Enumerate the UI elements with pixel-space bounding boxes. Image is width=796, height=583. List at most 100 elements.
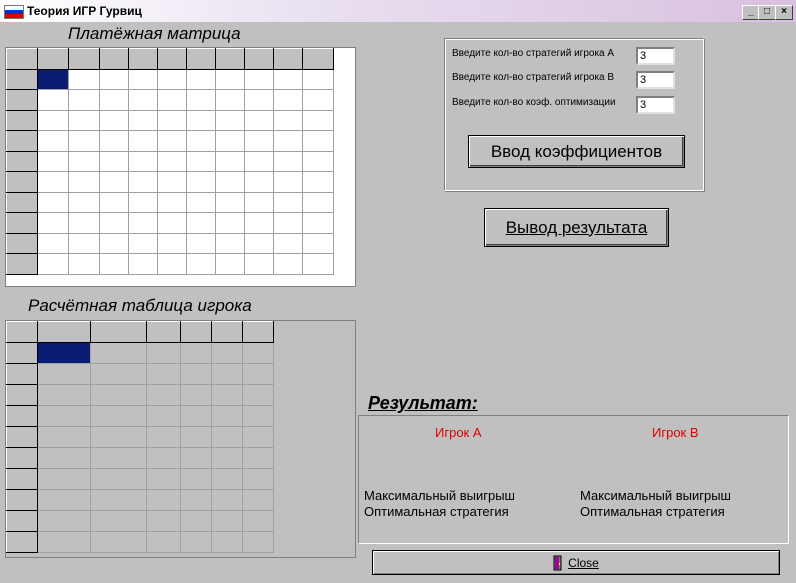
grid-cell[interactable] (186, 130, 216, 152)
grid-cell[interactable] (68, 253, 100, 275)
grid-cell[interactable] (90, 342, 147, 364)
grid-cell[interactable] (90, 447, 147, 469)
close-button[interactable]: Close (372, 550, 780, 575)
grid-cell[interactable] (244, 109, 274, 131)
grid-cell[interactable] (211, 531, 243, 553)
maximize-button[interactable]: □ (758, 5, 776, 20)
grid-cell[interactable] (128, 212, 158, 234)
grid-cell[interactable] (211, 489, 243, 511)
grid-cell[interactable] (99, 130, 129, 152)
grid-cell[interactable] (128, 150, 158, 172)
grid-cell[interactable] (90, 363, 147, 385)
grid-cell[interactable] (242, 468, 274, 490)
grid-cell[interactable] (90, 405, 147, 427)
grid-cell[interactable] (273, 68, 303, 90)
grid-cell[interactable] (68, 171, 100, 193)
grid-cell[interactable] (302, 150, 334, 172)
grid-cell[interactable] (99, 253, 129, 275)
grid-cell[interactable] (37, 253, 69, 275)
grid-cell[interactable] (215, 191, 245, 213)
grid-cell[interactable] (215, 212, 245, 234)
grid-cell[interactable] (186, 89, 216, 111)
grid-cell[interactable] (211, 384, 243, 406)
grid-cell[interactable] (215, 253, 245, 275)
grid-cell[interactable] (302, 109, 334, 131)
grid-cell[interactable] (215, 171, 245, 193)
grid-cell[interactable] (146, 426, 181, 448)
grid-cell[interactable] (128, 130, 158, 152)
grid-cell[interactable] (186, 232, 216, 254)
grid-cell[interactable] (242, 447, 274, 469)
grid-cell[interactable] (37, 531, 91, 553)
grid-cell[interactable] (211, 510, 243, 532)
grid-cell[interactable] (128, 89, 158, 111)
grid-cell[interactable] (99, 150, 129, 172)
grid-cell[interactable] (180, 510, 212, 532)
grid-cell[interactable] (99, 232, 129, 254)
grid-cell[interactable] (180, 489, 212, 511)
grid-cell[interactable] (68, 150, 100, 172)
grid-cell[interactable] (242, 342, 274, 364)
grid-cell[interactable] (146, 342, 181, 364)
grid-cell[interactable] (68, 212, 100, 234)
grid-cell[interactable] (37, 130, 69, 152)
grid-cell[interactable] (186, 171, 216, 193)
grid-cell[interactable] (302, 89, 334, 111)
grid-cell[interactable] (211, 405, 243, 427)
grid-cell[interactable] (146, 405, 181, 427)
grid-cell[interactable] (186, 150, 216, 172)
grid-cell[interactable] (157, 150, 187, 172)
grid-cell[interactable] (242, 405, 274, 427)
grid-cell[interactable] (215, 130, 245, 152)
grid-cell[interactable] (146, 468, 181, 490)
grid-cell[interactable] (302, 191, 334, 213)
payment-matrix-grid[interactable] (5, 47, 356, 287)
grid-cell[interactable] (128, 109, 158, 131)
grid-cell[interactable] (37, 384, 91, 406)
grid-cell[interactable] (157, 130, 187, 152)
grid-cell[interactable] (186, 68, 216, 90)
grid-cell[interactable] (211, 468, 243, 490)
grid-cell[interactable] (37, 89, 69, 111)
grid-cell[interactable] (180, 447, 212, 469)
grid-cell[interactable] (242, 510, 274, 532)
grid-cell[interactable] (37, 212, 69, 234)
grid-cell[interactable] (302, 68, 334, 90)
grid-cell[interactable] (244, 232, 274, 254)
strategies-b-input[interactable] (636, 71, 675, 89)
grid-cell[interactable] (242, 531, 274, 553)
grid-cell[interactable] (90, 510, 147, 532)
enter-coefficients-button[interactable]: Ввод коэффициентов (468, 135, 685, 168)
grid-cell[interactable] (211, 342, 243, 364)
grid-cell[interactable] (90, 531, 147, 553)
grid-cell[interactable] (68, 109, 100, 131)
grid-cell[interactable] (68, 68, 100, 90)
grid-cell[interactable] (90, 489, 147, 511)
grid-cell[interactable] (302, 253, 334, 275)
grid-selected-cell[interactable] (37, 342, 91, 364)
grid-cell[interactable] (99, 109, 129, 131)
grid-cell[interactable] (273, 89, 303, 111)
grid-cell[interactable] (99, 89, 129, 111)
grid-cell[interactable] (37, 426, 91, 448)
grid-cell[interactable] (180, 468, 212, 490)
grid-cell[interactable] (37, 232, 69, 254)
grid-cell[interactable] (244, 130, 274, 152)
grid-cell[interactable] (273, 212, 303, 234)
grid-cell[interactable] (244, 150, 274, 172)
grid-cell[interactable] (68, 232, 100, 254)
grid-cell[interactable] (302, 130, 334, 152)
grid-cell[interactable] (37, 447, 91, 469)
grid-cell[interactable] (211, 363, 243, 385)
grid-cell[interactable] (180, 342, 212, 364)
grid-cell[interactable] (215, 109, 245, 131)
grid-cell[interactable] (146, 363, 181, 385)
grid-cell[interactable] (186, 212, 216, 234)
grid-cell[interactable] (186, 191, 216, 213)
grid-cell[interactable] (244, 212, 274, 234)
grid-cell[interactable] (68, 89, 100, 111)
grid-cell[interactable] (128, 171, 158, 193)
grid-cell[interactable] (90, 384, 147, 406)
grid-cell[interactable] (157, 253, 187, 275)
grid-cell[interactable] (302, 212, 334, 234)
